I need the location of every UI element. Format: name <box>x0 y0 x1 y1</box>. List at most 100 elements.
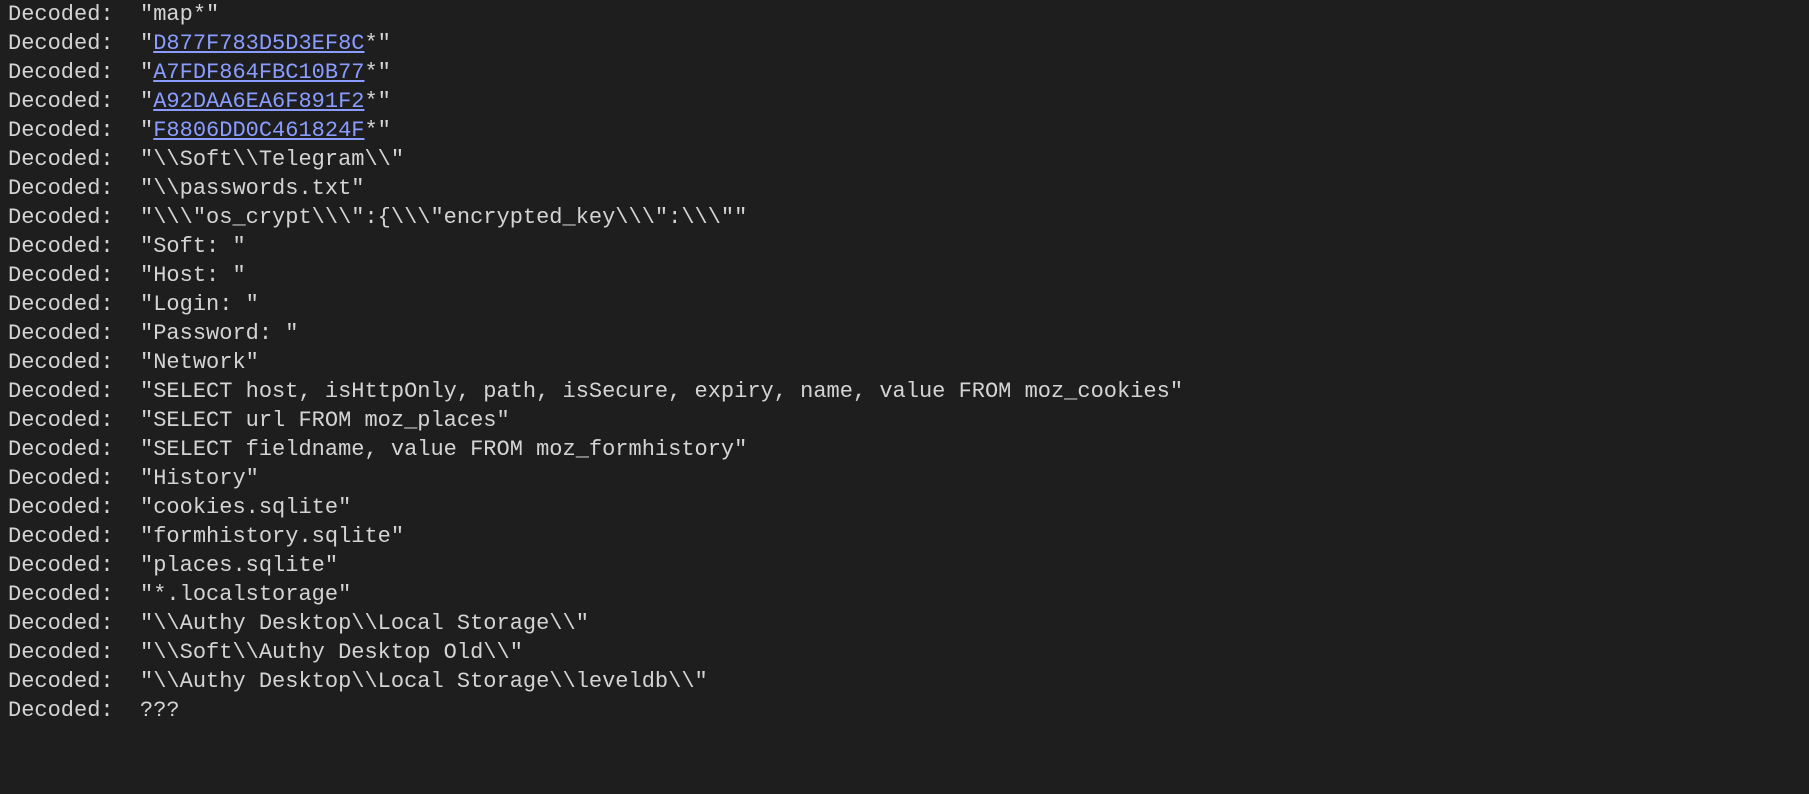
open-quote: " <box>140 31 153 56</box>
line-text: History <box>153 466 245 491</box>
line-text: \\Soft\\Telegram\\ <box>153 147 391 172</box>
line-text: SELECT host, isHttpOnly, path, isSecure,… <box>153 379 1170 404</box>
terminal-line: Decoded: "\\\"os_crypt\\\":{\\\"encrypte… <box>8 203 1801 232</box>
open-quote: " <box>140 408 153 433</box>
close-quote: " <box>576 611 589 636</box>
open-quote: " <box>140 2 153 27</box>
line-label: Decoded: <box>8 524 140 549</box>
close-quote: " <box>351 176 364 201</box>
line-text: \\\"os_crypt\\\":{\\\"encrypted_key\\\":… <box>153 205 734 230</box>
close-quote: " <box>391 524 404 549</box>
terminal-line: Decoded: "\\passwords.txt" <box>8 174 1801 203</box>
terminal-line: Decoded: "Network" <box>8 348 1801 377</box>
line-text: Soft: <box>153 234 232 259</box>
terminal-line: Decoded: "Login: " <box>8 290 1801 319</box>
line-label: Decoded: <box>8 495 140 520</box>
terminal-line: Decoded: "places.sqlite" <box>8 551 1801 580</box>
close-quote: " <box>510 640 523 665</box>
trailing-text: * <box>364 31 377 56</box>
open-quote: " <box>140 292 153 317</box>
close-quote: " <box>246 350 259 375</box>
line-label: Decoded: <box>8 205 140 230</box>
close-quote: " <box>338 582 351 607</box>
open-quote: " <box>140 611 153 636</box>
terminal-line: Decoded: "\\Soft\\Authy Desktop Old\\" <box>8 638 1801 667</box>
line-text: SELECT url FROM moz_places <box>153 408 496 433</box>
open-quote: " <box>140 118 153 143</box>
line-label: Decoded: <box>8 379 140 404</box>
terminal-line: Decoded: "Host: " <box>8 261 1801 290</box>
line-text: ??? <box>140 698 180 723</box>
open-quote: " <box>140 60 153 85</box>
line-label: Decoded: <box>8 263 140 288</box>
open-quote: " <box>140 466 153 491</box>
trailing-text: * <box>364 89 377 114</box>
close-quote: " <box>285 321 298 346</box>
close-quote: " <box>734 205 747 230</box>
line-text: places.sqlite <box>153 553 325 578</box>
open-quote: " <box>140 582 153 607</box>
line-label: Decoded: <box>8 2 140 27</box>
line-text: Host: <box>153 263 232 288</box>
line-text: \\Authy Desktop\\Local Storage\\leveldb\… <box>153 669 694 694</box>
hash-link[interactable]: A92DAA6EA6F891F2 <box>153 89 364 114</box>
close-quote: " <box>1170 379 1183 404</box>
close-quote: " <box>325 553 338 578</box>
close-quote: " <box>695 669 708 694</box>
line-text: cookies.sqlite <box>153 495 338 520</box>
hash-link[interactable]: F8806DD0C461824F <box>153 118 364 143</box>
line-text: map* <box>153 2 206 27</box>
line-label: Decoded: <box>8 408 140 433</box>
terminal-line: Decoded: "map*" <box>8 0 1801 29</box>
close-quote: " <box>734 437 747 462</box>
open-quote: " <box>140 640 153 665</box>
close-quote: " <box>246 292 259 317</box>
line-label: Decoded: <box>8 582 140 607</box>
line-text: SELECT fieldname, value FROM moz_formhis… <box>153 437 734 462</box>
line-label: Decoded: <box>8 292 140 317</box>
line-label: Decoded: <box>8 698 140 723</box>
line-text: \\passwords.txt <box>153 176 351 201</box>
terminal-line: Decoded: "A92DAA6EA6F891F2*" <box>8 87 1801 116</box>
terminal-line: Decoded: "formhistory.sqlite" <box>8 522 1801 551</box>
line-label: Decoded: <box>8 234 140 259</box>
terminal-line: Decoded: ??? <box>8 696 1801 725</box>
line-label: Decoded: <box>8 176 140 201</box>
terminal-line: Decoded: "SELECT url FROM moz_places" <box>8 406 1801 435</box>
open-quote: " <box>140 524 153 549</box>
close-quote: " <box>378 118 391 143</box>
trailing-text: * <box>364 118 377 143</box>
line-text: \\Soft\\Authy Desktop Old\\ <box>153 640 509 665</box>
line-text: formhistory.sqlite <box>153 524 391 549</box>
terminal-line: Decoded: "SELECT fieldname, value FROM m… <box>8 435 1801 464</box>
line-text: Network <box>153 350 245 375</box>
hash-link[interactable]: D877F783D5D3EF8C <box>153 31 364 56</box>
terminal-output: Decoded: "map*"Decoded: "D877F783D5D3EF8… <box>0 0 1809 725</box>
open-quote: " <box>140 437 153 462</box>
terminal-line: Decoded: "\\Soft\\Telegram\\" <box>8 145 1801 174</box>
close-quote: " <box>206 2 219 27</box>
open-quote: " <box>140 379 153 404</box>
line-label: Decoded: <box>8 118 140 143</box>
close-quote: " <box>497 408 510 433</box>
line-label: Decoded: <box>8 640 140 665</box>
line-label: Decoded: <box>8 147 140 172</box>
terminal-line: Decoded: "F8806DD0C461824F*" <box>8 116 1801 145</box>
open-quote: " <box>140 321 153 346</box>
open-quote: " <box>140 669 153 694</box>
terminal-line: Decoded: "*.localstorage" <box>8 580 1801 609</box>
line-label: Decoded: <box>8 321 140 346</box>
line-label: Decoded: <box>8 350 140 375</box>
open-quote: " <box>140 176 153 201</box>
hash-link[interactable]: A7FDF864FBC10B77 <box>153 60 364 85</box>
terminal-line: Decoded: "D877F783D5D3EF8C*" <box>8 29 1801 58</box>
trailing-text: * <box>364 60 377 85</box>
open-quote: " <box>140 350 153 375</box>
line-label: Decoded: <box>8 60 140 85</box>
close-quote: " <box>338 495 351 520</box>
terminal-line: Decoded: "History" <box>8 464 1801 493</box>
open-quote: " <box>140 205 153 230</box>
open-quote: " <box>140 495 153 520</box>
close-quote: " <box>246 466 259 491</box>
line-label: Decoded: <box>8 466 140 491</box>
